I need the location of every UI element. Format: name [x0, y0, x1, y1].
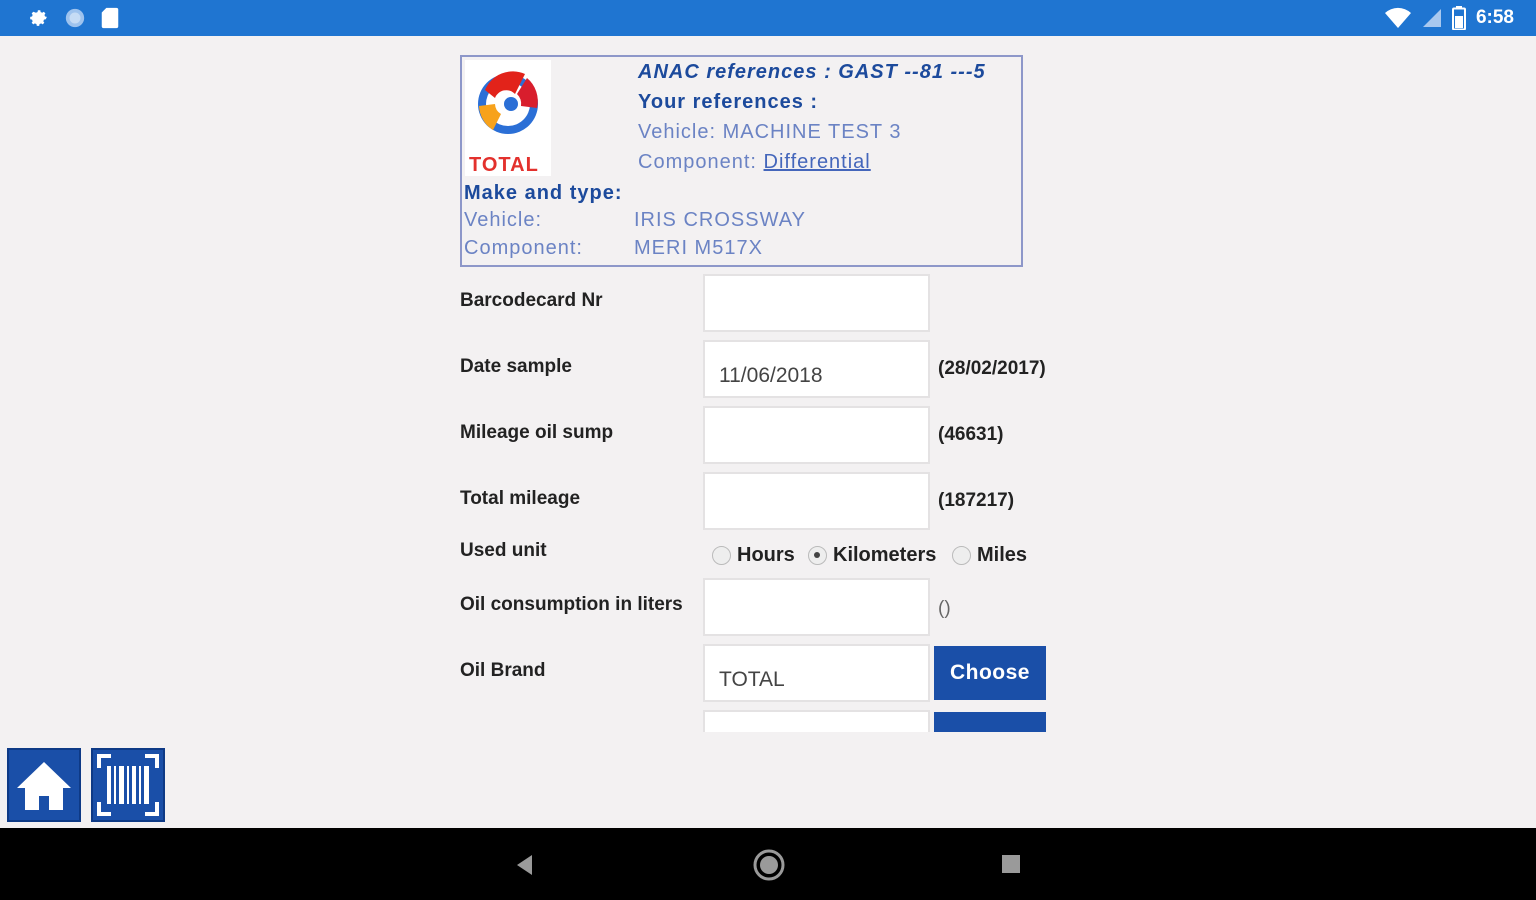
oil-brand-input[interactable] — [703, 644, 930, 702]
make-component-label: Component: — [464, 237, 583, 259]
next-row-input-partial[interactable] — [703, 710, 930, 732]
make-vehicle-value: IRIS CROSSWAY — [634, 209, 806, 231]
make-type-title: Make and type: — [464, 182, 623, 204]
clock: 6:58 — [1475, 7, 1514, 28]
make-component-value: MERI M517X — [634, 237, 763, 259]
barcode-label: Barcodecard Nr — [460, 290, 603, 311]
status-bar: 6:58 — [0, 0, 1536, 36]
total-logo-text: TOTAL — [469, 154, 539, 176]
reference-component-label: Component: — [638, 151, 764, 173]
reference-component: Component: Differential — [638, 151, 871, 174]
sd-card-icon — [101, 7, 119, 29]
wifi-icon — [1384, 7, 1411, 28]
radio-circle-icon[interactable] — [712, 546, 731, 565]
battery-icon — [1451, 6, 1466, 30]
status-right: 6:58 — [1384, 6, 1514, 30]
home-icon — [17, 762, 71, 810]
component-link[interactable]: Differential — [764, 151, 871, 173]
make-component-row: Component: MERI M517X — [464, 237, 762, 260]
oil-consumption-input[interactable] — [703, 578, 930, 636]
barcode-input[interactable] — [703, 274, 930, 332]
signal-icon — [1422, 9, 1441, 27]
total-mileage-hint: (187217) — [938, 490, 1015, 511]
oil-brand-label: Oil Brand — [460, 660, 546, 681]
home-button[interactable] — [7, 748, 81, 822]
status-left-icons — [28, 7, 120, 29]
unit-miles-label: Miles — [977, 544, 1028, 566]
reference-vehicle: Vehicle: MACHINE TEST 3 — [638, 121, 902, 143]
mileage-oil-sump-input[interactable] — [703, 406, 930, 464]
barcode-scan-icon — [97, 754, 159, 816]
mileage-oil-sump-hint: (46631) — [938, 424, 1004, 445]
radio-circle-icon[interactable] — [952, 546, 971, 565]
total-logo-mark — [478, 71, 538, 134]
date-sample-hint: (28/02/2017) — [938, 358, 1046, 379]
date-sample-input[interactable] — [703, 340, 930, 398]
used-unit-label: Used unit — [460, 540, 547, 561]
unit-kilometers-label: Kilometers — [833, 544, 937, 566]
date-sample-label: Date sample — [460, 356, 572, 377]
references-panel: TOTAL ANAC references : GAST --81 ---5 Y… — [460, 55, 1023, 267]
content-viewport[interactable]: TOTAL ANAC references : GAST --81 ---5 Y… — [0, 36, 1536, 732]
sync-icon — [65, 8, 85, 28]
unit-radio-miles[interactable]: Miles — [952, 544, 1027, 567]
home-circle-icon[interactable] — [752, 848, 786, 882]
system-nav-bar — [0, 828, 1536, 900]
make-vehicle-row: Vehicle: IRIS CROSSWAY — [464, 209, 805, 232]
unit-radio-hours[interactable]: Hours — [712, 544, 795, 567]
total-mileage-label: Total mileage — [460, 488, 581, 509]
oil-consumption-hint: () — [938, 598, 951, 619]
recents-icon[interactable] — [1000, 853, 1022, 875]
anac-references: ANAC references : GAST --81 ---5 — [638, 61, 986, 83]
oil-consumption-label: Oil consumption in liters — [460, 594, 683, 615]
unit-hours-label: Hours — [737, 544, 795, 566]
make-vehicle-label: Vehicle: — [464, 209, 543, 231]
barcode-scan-button[interactable] — [91, 748, 165, 822]
unit-radio-kilometers[interactable]: Kilometers — [808, 544, 936, 567]
radio-selected-icon[interactable] — [808, 546, 827, 565]
mileage-oil-sump-label: Mileage oil sump — [460, 422, 614, 443]
back-icon[interactable] — [512, 852, 538, 878]
total-logo: TOTAL — [465, 60, 551, 176]
choose-brand-button[interactable]: Choose — [934, 646, 1046, 700]
total-mileage-input[interactable] — [703, 472, 930, 530]
settings-icon — [30, 10, 47, 26]
next-row-choose-button-partial[interactable] — [934, 712, 1046, 732]
your-references-title: Your references : — [638, 91, 819, 113]
